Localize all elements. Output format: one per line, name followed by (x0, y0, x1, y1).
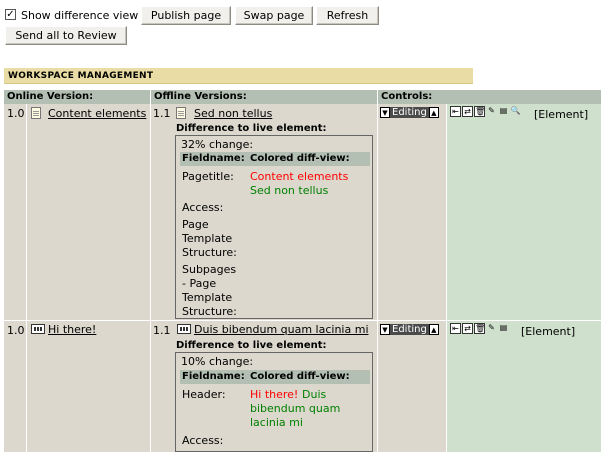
diff-box: 32% change: Fieldname: Colored diff-view… (175, 135, 373, 319)
edit-icon[interactable]: ✎ (486, 323, 497, 334)
field-label: Page (182, 218, 209, 231)
offline-title-link[interactable]: Sed non tellus (194, 107, 272, 120)
publish-page-button[interactable]: Publish page (141, 6, 231, 25)
history-icon[interactable]: ▤ (498, 106, 509, 117)
column-header-online: Online Version: (4, 90, 150, 104)
section-title: WORKSPACE MANAGEMENT (4, 68, 473, 84)
diff-added-text: bibendum quam (250, 402, 341, 415)
field-label: Template (182, 232, 233, 245)
diff-removed-text: Content elements (250, 170, 349, 183)
page-icon (176, 107, 186, 122)
offline-version-cell: 1.1 Duis bibendum quam lacinia mi Differ… (151, 321, 377, 452)
fieldname-header: Fieldname: (182, 371, 245, 382)
change-percentage: 10% change: (181, 355, 254, 368)
stage-label: Editing (390, 107, 429, 118)
change-percentage: 32% change: (181, 138, 254, 151)
online-version-number: 1.0 (7, 324, 25, 337)
online-title-cell: Content elements (27, 104, 150, 320)
show-diff-checkbox[interactable]: ✓ (5, 9, 16, 20)
diff-table-header: Fieldname: Colored diff-view: (180, 370, 370, 384)
stage-cell: ▼ Editing ▲ (378, 104, 446, 320)
content-element-icon (177, 324, 191, 337)
publish-icon[interactable]: ⇤ (450, 106, 461, 117)
diff-heading: Difference to live element: (176, 340, 327, 351)
preview-icon[interactable]: 🔍 (510, 106, 521, 117)
content-element-icon (31, 324, 45, 337)
diff-added-text: Sed non tellus (250, 184, 329, 197)
controls-cell: ⇤ ⇄ 🗑 ✎ ▤ [Element] (447, 321, 601, 452)
diffview-header: Colored diff-view: (250, 371, 350, 382)
row-tools: ⇤ ⇄ 🗑 ✎ ▤ (450, 323, 509, 334)
online-version-number: 1.0 (7, 107, 25, 120)
stage-down-icon[interactable]: ▼ (380, 324, 390, 335)
publish-icon[interactable]: ⇤ (450, 323, 461, 334)
field-label: Pagetitle: (182, 170, 234, 183)
stage-control: ▼ Editing ▲ (380, 323, 439, 336)
field-label: Access: (182, 201, 224, 214)
field-label: Subpages (182, 263, 237, 276)
offline-version-number: 1.1 (153, 324, 171, 337)
offline-version-cell: 1.1 Sed non tellus Difference to live el… (151, 104, 377, 320)
swap-icon[interactable]: ⇄ (462, 106, 473, 117)
field-label: Access: (182, 434, 224, 447)
field-label: Structure: (182, 246, 237, 259)
online-title-link[interactable]: Hi there! (48, 323, 96, 336)
stage-cell: ▼ Editing ▲ (378, 321, 446, 452)
diff-box: 10% change: Fieldname: Colored diff-view… (175, 352, 373, 452)
controls-cell: ⇤ ⇄ 🗑 ✎ ▤ 🔍 [Element] (447, 104, 601, 320)
edit-icon[interactable]: ✎ (486, 106, 497, 117)
field-label: Template (182, 291, 233, 304)
diff-added-text: lacinia mi (250, 416, 303, 429)
offline-title-link[interactable]: Duis bibendum quam lacinia mi (194, 323, 369, 336)
delete-icon[interactable]: 🗑 (474, 323, 485, 334)
field-label: Structure: (182, 305, 237, 318)
diff-heading: Difference to live element: (176, 123, 327, 134)
history-icon[interactable]: ▤ (498, 323, 509, 334)
stage-label: Editing (390, 324, 429, 335)
delete-icon[interactable]: 🗑 (474, 106, 485, 117)
element-label: [Element] (521, 325, 576, 338)
refresh-button[interactable]: Refresh (316, 6, 379, 25)
diff-table-header: Fieldname: Colored diff-view: (180, 152, 370, 166)
stage-control: ▼ Editing ▲ (380, 106, 439, 119)
stage-down-icon[interactable]: ▼ (380, 107, 390, 118)
stage-up-icon[interactable]: ▲ (428, 107, 439, 118)
diff-removed-text: Hi there! (250, 388, 299, 401)
row-tools: ⇤ ⇄ 🗑 ✎ ▤ 🔍 (450, 106, 521, 117)
online-title-link[interactable]: Content elements (48, 107, 146, 120)
column-header-controls: Controls: (378, 90, 601, 104)
online-title-cell: Hi there! (27, 321, 150, 452)
field-label: - Page (182, 277, 217, 290)
element-label: [Element] (534, 108, 589, 121)
diffview-header: Colored diff-view: (250, 153, 350, 164)
show-diff-label: Show difference view (21, 9, 139, 22)
send-all-to-review-button[interactable]: Send all to Review (5, 26, 127, 45)
offline-version-number: 1.1 (153, 107, 171, 120)
stage-up-icon[interactable]: ▲ (428, 324, 439, 335)
page-icon (31, 107, 41, 122)
field-label: Header: (182, 388, 226, 401)
online-version-cell: 1.0 (4, 321, 26, 452)
swap-page-button[interactable]: Swap page (235, 6, 313, 25)
online-version-cell: 1.0 (4, 104, 26, 320)
diff-added-text: Duis (302, 388, 327, 401)
fieldname-header: Fieldname: (182, 153, 245, 164)
column-header-offline: Offline Versions: (151, 90, 377, 104)
swap-icon[interactable]: ⇄ (462, 323, 473, 334)
